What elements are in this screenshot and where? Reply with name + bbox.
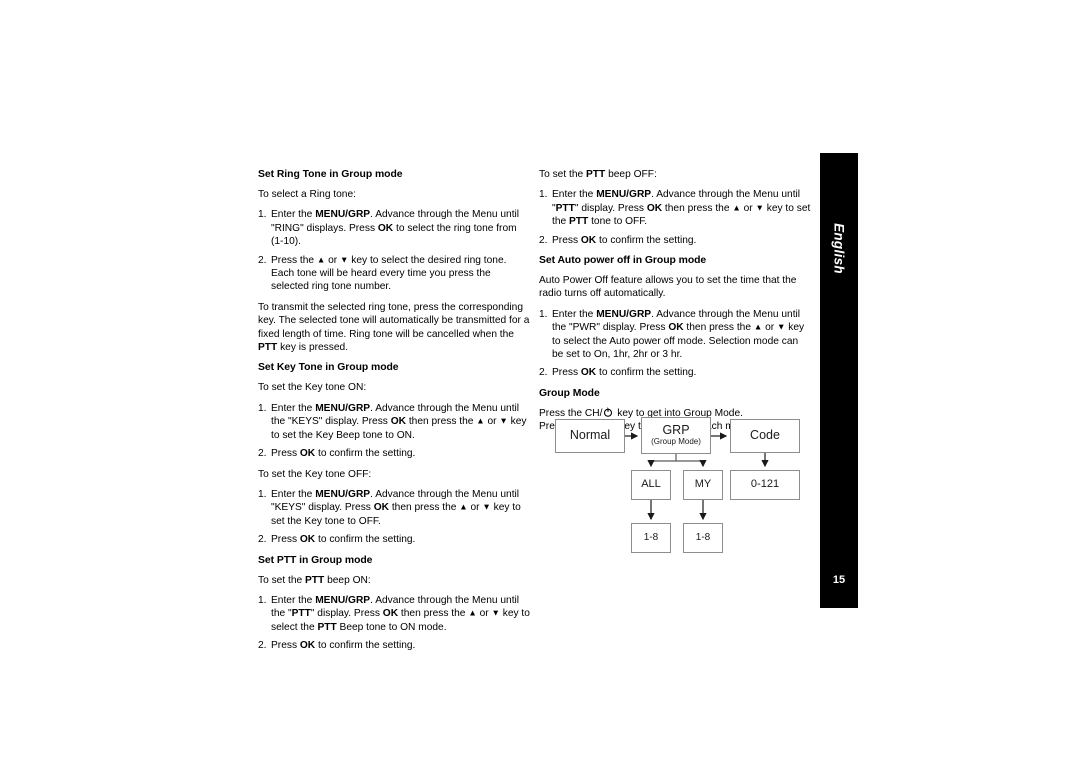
list-item: Press OK to confirm the setting. — [539, 366, 697, 380]
list-item: Enter the MENU/GRP. Advance through the … — [539, 308, 805, 361]
language-tab: English 15 — [820, 153, 858, 608]
list-item: Press OK to confirm the setting. — [539, 234, 697, 248]
left-column: Set Ring Tone in Group mode To select a … — [258, 168, 530, 660]
list-item: Press the ▲ or ▼ key to select the desir… — [258, 254, 507, 293]
diagram-box-my-range: 1-8 — [683, 523, 723, 553]
auto-power-steps: Enter the MENU/GRP. Advance through the … — [539, 308, 811, 380]
diagram-box-all-range: 1-8 — [631, 523, 671, 553]
list-item: Enter the MENU/GRP. Advance through the … — [258, 402, 527, 441]
ptt-off-steps: Enter the MENU/GRP. Advance through the … — [539, 188, 811, 247]
diagram-box-grp: GRP (Group Mode) — [641, 417, 711, 454]
language-label: English — [831, 223, 847, 274]
list-item: Press OK to confirm the setting. — [258, 639, 416, 653]
diagram-box-code-label: Code — [750, 428, 780, 443]
diagram-box-all-range-label: 1-8 — [643, 531, 659, 543]
list-item: Enter the MENU/GRP. Advance through the … — [258, 208, 520, 248]
diagram-box-all-label: ALL — [641, 478, 661, 491]
diagram-box-all: ALL — [631, 470, 671, 500]
heading-group-mode: Group Mode — [539, 387, 600, 399]
ptt-off-intro: To set the PTT beep OFF: — [539, 169, 657, 180]
list-item: Press OK to confirm the setting. — [258, 533, 416, 547]
list-item: Enter the MENU/GRP. Advance through the … — [539, 188, 811, 228]
diagram-box-normal-label: Normal — [569, 428, 611, 443]
heading-set-ptt: Set PTT in Group mode — [258, 554, 373, 566]
ring-tone-steps: Enter the MENU/GRP. Advance through the … — [258, 208, 530, 293]
group-mode-flow-diagram: Normal GRP (Group Mode) Code ALL MY 0-12… — [539, 405, 819, 570]
heading-set-key-tone: Set Key Tone in Group mode — [258, 362, 399, 374]
list-item: Enter the MENU/GRP. Advance through the … — [258, 488, 521, 527]
diagram-box-code: Code — [730, 419, 800, 453]
diagram-box-my-range-label: 1-8 — [695, 531, 711, 543]
diagram-box-my: MY — [683, 470, 723, 500]
manual-page: Set Ring Tone in Group mode To select a … — [0, 0, 1080, 763]
diagram-box-my-label: MY — [694, 478, 712, 491]
list-item: Enter the MENU/GRP. Advance through the … — [258, 594, 530, 633]
key-tone-off-intro: To set the Key tone OFF: — [258, 468, 372, 480]
page-number: 15 — [832, 574, 846, 586]
diagram-box-grp-label: GRP — [662, 423, 690, 438]
heading-auto-power-off: Set Auto power off in Group mode — [539, 255, 707, 267]
heading-set-ring-tone: Set Ring Tone in Group mode — [258, 169, 403, 180]
diagram-box-code-range: 0-121 — [730, 470, 800, 500]
diagram-box-normal: Normal — [555, 419, 625, 453]
ring-tone-intro: To select a Ring tone: — [258, 189, 356, 200]
key-tone-on-steps: Enter the MENU/GRP. Advance through the … — [258, 402, 530, 461]
auto-power-intro: Auto Power Off feature allows you to set… — [539, 275, 797, 300]
list-item: Press OK to confirm the setting. — [258, 447, 416, 461]
diagram-box-code-range-label: 0-121 — [750, 478, 780, 491]
ring-tone-outro: To transmit the selected ring tone, pres… — [258, 301, 530, 354]
key-tone-off-steps: Enter the MENU/GRP. Advance through the … — [258, 488, 530, 547]
right-column: To set the PTT beep OFF: Enter the MENU/… — [539, 168, 811, 440]
diagram-box-grp-sublabel: (Group Mode) — [651, 437, 701, 447]
ptt-on-steps: Enter the MENU/GRP. Advance through the … — [258, 594, 530, 653]
ptt-on-intro: To set the PTT beep ON: — [258, 574, 371, 586]
key-tone-on-intro: To set the Key tone ON: — [258, 382, 367, 394]
